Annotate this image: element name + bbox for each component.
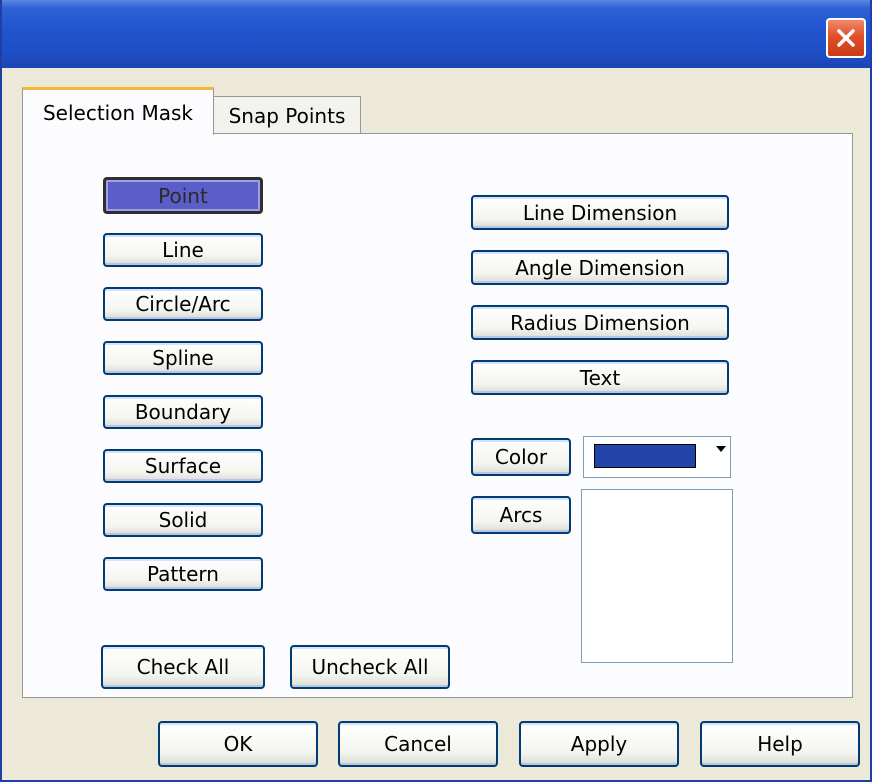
point-button[interactable]: Point bbox=[103, 177, 263, 214]
chevron-down-icon[interactable] bbox=[716, 446, 726, 452]
check-all-button[interactable]: Check All bbox=[101, 645, 265, 689]
angle-dimension-button[interactable]: Angle Dimension bbox=[471, 250, 729, 285]
help-button[interactable]: Help bbox=[700, 721, 860, 767]
arcs-button[interactable]: Arcs bbox=[471, 496, 571, 534]
line-button[interactable]: Line bbox=[103, 233, 263, 267]
tab-snap-points[interactable]: Snap Points bbox=[213, 96, 361, 134]
color-button[interactable]: Color bbox=[471, 438, 571, 476]
surface-button[interactable]: Surface bbox=[103, 449, 263, 483]
line-dimension-button[interactable]: Line Dimension bbox=[471, 195, 729, 230]
close-icon bbox=[837, 29, 855, 47]
uncheck-all-button[interactable]: Uncheck All bbox=[290, 645, 450, 689]
text-button[interactable]: Text bbox=[471, 360, 729, 395]
tab-selection-mask[interactable]: Selection Mask bbox=[22, 87, 214, 135]
title-bar[interactable] bbox=[2, 0, 870, 68]
circle-arc-button[interactable]: Circle/Arc bbox=[103, 287, 263, 321]
dialog-window: Selection Mask Snap Points Point Line Ci… bbox=[0, 0, 872, 782]
ok-button[interactable]: OK bbox=[158, 721, 318, 767]
apply-button[interactable]: Apply bbox=[519, 721, 679, 767]
radius-dimension-button[interactable]: Radius Dimension bbox=[471, 305, 729, 340]
arcs-list[interactable] bbox=[581, 489, 733, 663]
color-dropdown[interactable] bbox=[583, 436, 731, 478]
close-button[interactable] bbox=[826, 18, 866, 58]
color-swatch bbox=[594, 444, 696, 468]
solid-button[interactable]: Solid bbox=[103, 503, 263, 537]
boundary-button[interactable]: Boundary bbox=[103, 395, 263, 429]
cancel-button[interactable]: Cancel bbox=[338, 721, 498, 767]
pattern-button[interactable]: Pattern bbox=[103, 557, 263, 591]
spline-button[interactable]: Spline bbox=[103, 341, 263, 375]
